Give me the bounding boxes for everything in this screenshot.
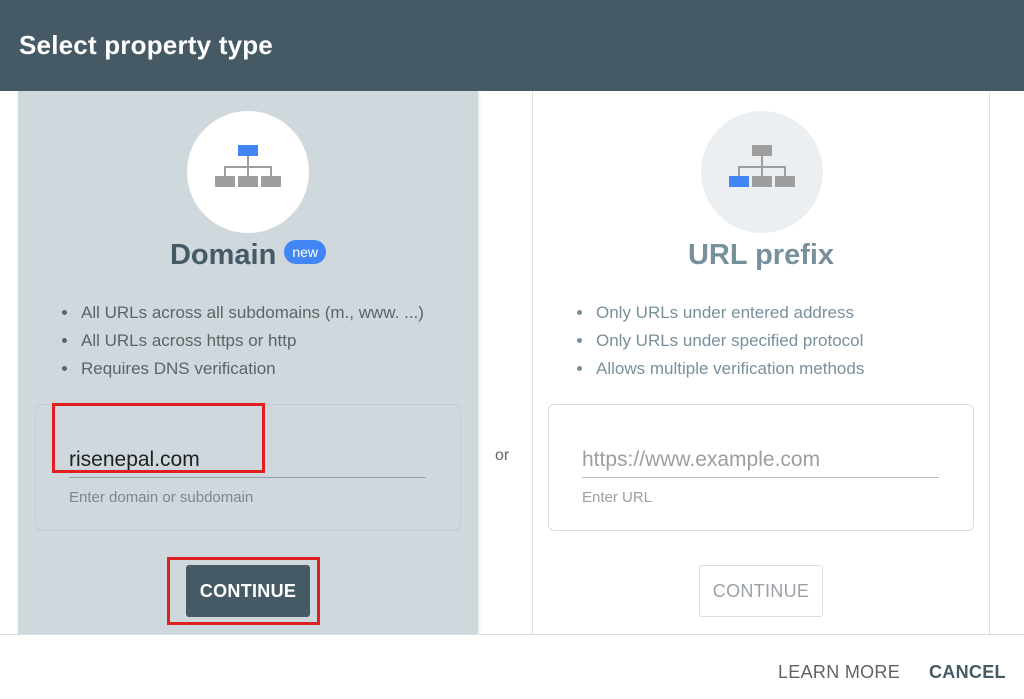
domain-feature-item: Requires DNS verification [79,355,424,383]
sitemap-leaf-icon [729,145,795,187]
domain-icon-circle [187,111,309,233]
url-prefix-card[interactable]: URL prefix Only URLs under entered addre… [532,91,990,634]
sitemap-root-icon [215,145,281,187]
domain-input-box: Enter domain or subdomain [35,404,461,531]
domain-input-hint: Enter domain or subdomain [69,489,254,506]
learn-more-button[interactable]: LEARN MORE [778,662,900,683]
url-prefix-features: Only URLs under entered address Only URL… [576,299,864,383]
domain-feature-item: All URLs across https or http [79,327,424,355]
cancel-button[interactable]: CANCEL [929,662,1006,683]
dialog-footer: LEARN MORE CANCEL [0,634,1024,699]
dialog-header: Select property type [0,0,1024,91]
url-prefix-icon-circle [701,111,823,233]
domain-input[interactable] [69,442,426,478]
property-type-options: Domain new All URLs across all subdomains… [0,91,1024,634]
url-prefix-feature-item: Allows multiple verification methods [594,355,864,383]
new-badge: new [284,240,327,265]
url-prefix-feature-item: Only URLs under specified protocol [594,327,864,355]
url-prefix-continue-button[interactable]: CONTINUE [699,565,823,617]
url-input-box: Enter URL [548,404,974,531]
domain-features: All URLs across all subdomains (m., www.… [61,299,424,383]
dialog-title: Select property type [19,30,273,60]
url-input[interactable] [582,442,939,478]
domain-continue-button[interactable]: CONTINUE [186,565,310,617]
domain-title-text: Domain [169,239,277,271]
url-prefix-feature-item: Only URLs under entered address [594,299,864,327]
domain-card[interactable]: Domain new All URLs across all subdomains… [18,91,478,634]
domain-title: Domain new [18,239,478,272]
domain-feature-item: All URLs across all subdomains (m., www.… [79,299,424,327]
url-input-hint: Enter URL [582,489,653,506]
url-prefix-title: URL prefix [687,239,835,271]
or-separator: or [495,447,510,464]
